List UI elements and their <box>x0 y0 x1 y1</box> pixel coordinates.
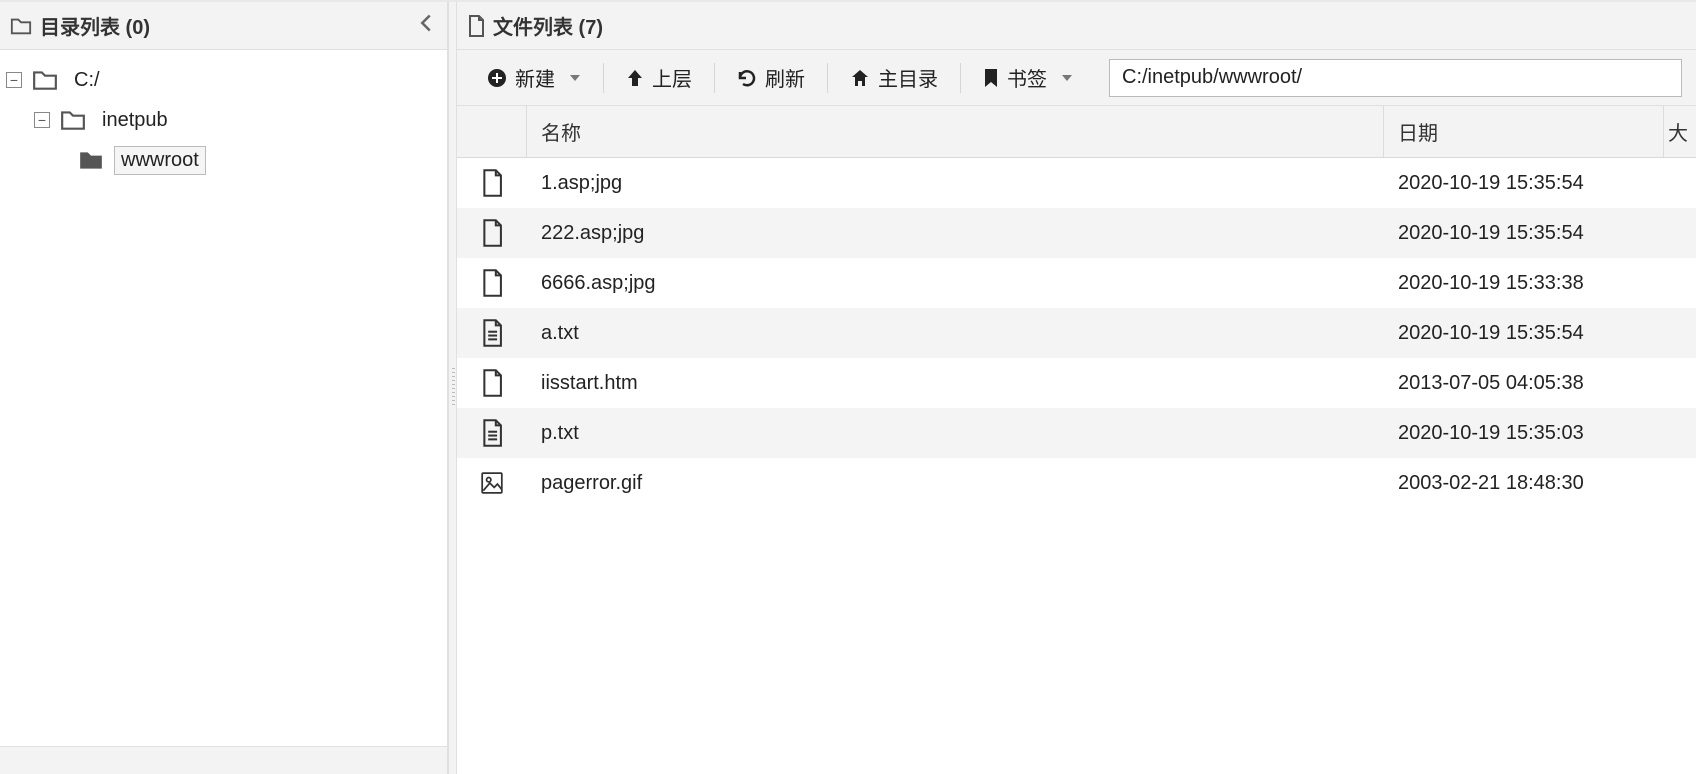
arrow-up-icon <box>626 68 644 88</box>
file-row[interactable]: iisstart.htm2013-07-05 04:05:38 <box>457 358 1696 408</box>
file-date: 2020-10-19 15:35:54 <box>1384 172 1664 195</box>
caret-down-icon <box>569 74 581 82</box>
file-panel-title: 文件列表 (7) <box>493 11 603 40</box>
caret-down-icon <box>1061 74 1073 82</box>
column-header-name[interactable]: 名称 <box>527 106 1384 157</box>
folder-outline-icon <box>60 109 86 131</box>
file-row[interactable]: pagerror.gif2003-02-21 18:48:30 <box>457 458 1696 508</box>
file-name: 1.asp;jpg <box>527 172 1384 195</box>
tree-collapse-icon[interactable]: − <box>6 72 22 88</box>
tree-node-inetpub[interactable]: − inetpub <box>0 100 447 140</box>
file-file-icon <box>457 219 527 247</box>
text-file-icon <box>457 319 527 347</box>
directory-panel: 目录列表 (0) − C:/ <box>0 2 448 774</box>
folder-outline-icon <box>10 16 32 36</box>
toolbar-separator <box>827 63 828 93</box>
bookmark-button[interactable]: 书签 <box>967 57 1089 98</box>
file-name: 6666.asp;jpg <box>527 272 1384 295</box>
file-date: 2003-02-21 18:48:30 <box>1384 472 1664 495</box>
file-row[interactable]: p.txt2020-10-19 15:35:03 <box>457 408 1696 458</box>
column-header-icon[interactable] <box>457 106 527 157</box>
file-toolbar: 新建 上层 刷新 <box>457 50 1696 106</box>
folder-outline-icon <box>32 69 58 91</box>
file-name: pagerror.gif <box>527 472 1384 495</box>
refresh-icon <box>737 68 757 88</box>
file-name: a.txt <box>527 322 1384 345</box>
file-name: iisstart.htm <box>527 372 1384 395</box>
file-date: 2020-10-19 15:35:03 <box>1384 422 1664 445</box>
tree-node-root[interactable]: − C:/ <box>0 60 447 100</box>
folder-solid-icon <box>78 149 104 171</box>
file-date: 2020-10-19 15:35:54 <box>1384 322 1664 345</box>
file-row[interactable]: 1.asp;jpg2020-10-19 15:35:54 <box>457 158 1696 208</box>
tree-collapse-icon[interactable]: − <box>34 112 50 128</box>
up-button-label: 上层 <box>652 63 692 92</box>
bookmark-icon <box>983 68 999 88</box>
new-button-label: 新建 <box>515 63 555 92</box>
file-file-icon <box>457 169 527 197</box>
toolbar-separator <box>960 63 961 93</box>
column-header-size[interactable]: 大 <box>1664 106 1696 157</box>
collapse-left-icon[interactable] <box>415 13 437 39</box>
refresh-button-label: 刷新 <box>765 63 805 92</box>
directory-panel-header: 目录列表 (0) <box>0 2 447 50</box>
file-file-icon <box>457 269 527 297</box>
file-grid-body: 1.asp;jpg2020-10-19 15:35:54222.asp;jpg2… <box>457 158 1696 774</box>
refresh-button[interactable]: 刷新 <box>721 57 821 98</box>
file-file-icon <box>457 369 527 397</box>
file-row[interactable]: 222.asp;jpg2020-10-19 15:35:54 <box>457 208 1696 258</box>
file-panel: 文件列表 (7) 新建 上层 <box>457 2 1696 774</box>
tree-node-label: C:/ <box>68 67 106 94</box>
toolbar-separator <box>603 63 604 93</box>
file-date: 2013-07-05 04:05:38 <box>1384 372 1664 395</box>
directory-panel-footer <box>0 746 447 774</box>
column-header-date[interactable]: 日期 <box>1384 106 1664 157</box>
file-panel-header: 文件列表 (7) <box>457 2 1696 50</box>
image-file-icon <box>457 469 527 497</box>
file-grid-header: 名称 日期 大 <box>457 106 1696 158</box>
new-button[interactable]: 新建 <box>471 57 597 98</box>
home-button[interactable]: 主目录 <box>834 57 954 98</box>
file-row[interactable]: 6666.asp;jpg2020-10-19 15:33:38 <box>457 258 1696 308</box>
home-button-label: 主目录 <box>878 63 938 92</box>
up-button[interactable]: 上层 <box>610 57 708 98</box>
tree-node-label: inetpub <box>96 107 174 134</box>
file-date: 2020-10-19 15:33:38 <box>1384 272 1664 295</box>
panel-splitter[interactable] <box>448 2 457 774</box>
tree-node-wwwroot[interactable]: wwwroot <box>0 140 447 180</box>
bookmark-button-label: 书签 <box>1007 63 1047 92</box>
file-row[interactable]: a.txt2020-10-19 15:35:54 <box>457 308 1696 358</box>
app-root: 目录列表 (0) − C:/ <box>0 0 1696 774</box>
file-name: p.txt <box>527 422 1384 445</box>
file-icon <box>467 15 485 37</box>
file-name: 222.asp;jpg <box>527 222 1384 245</box>
directory-panel-title: 目录列表 (0) <box>40 11 150 40</box>
text-file-icon <box>457 419 527 447</box>
directory-tree: − C:/ − inet <box>0 50 447 746</box>
plus-circle-icon <box>487 68 507 88</box>
tree-node-label: wwwroot <box>114 146 206 175</box>
toolbar-separator <box>714 63 715 93</box>
file-date: 2020-10-19 15:35:54 <box>1384 222 1664 245</box>
home-icon <box>850 68 870 88</box>
path-input[interactable] <box>1109 59 1682 97</box>
